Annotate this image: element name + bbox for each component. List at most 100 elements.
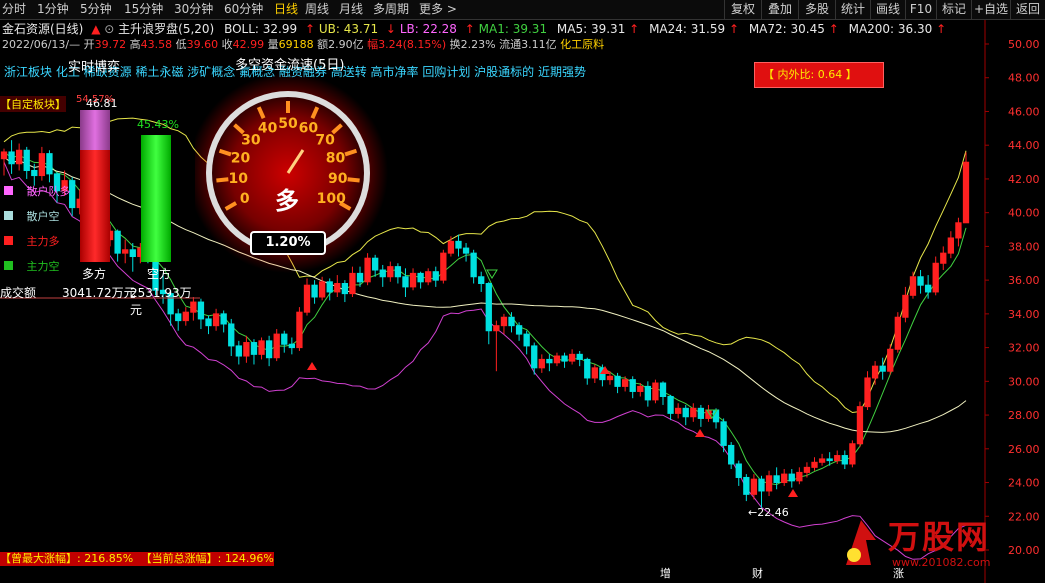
- overlay-button[interactable]: 叠加: [761, 0, 798, 19]
- settings-icon[interactable]: ⊙: [104, 22, 114, 36]
- statistics-button[interactable]: 统计: [835, 0, 870, 19]
- boll-value: BOLL: 32.99: [224, 22, 298, 36]
- adjust-button[interactable]: 复权: [724, 0, 761, 19]
- multi-stock-button[interactable]: 多股: [798, 0, 835, 19]
- low-label: 低: [175, 38, 187, 51]
- gauge-center-text: 多: [275, 187, 299, 215]
- gauge-tick-label: 50: [278, 116, 298, 132]
- price-tick-label: 34.00: [1008, 308, 1040, 321]
- watermark: 万股网 www.201082.com: [836, 510, 1004, 570]
- low-price-value: 22.46: [757, 506, 789, 519]
- add-favorite-button[interactable]: +自选: [971, 0, 1010, 19]
- candle: [220, 310, 227, 333]
- candle: [568, 349, 576, 365]
- tab-more[interactable]: 更多 >: [419, 0, 457, 19]
- arrow-down-icon: ↓: [385, 22, 396, 36]
- tab-15min[interactable]: 15分钟: [124, 0, 163, 19]
- change-value: 幅3.24(8.15%): [367, 38, 447, 51]
- gauge-percent: 1.20%: [250, 231, 326, 255]
- total-gain: 【当前总涨幅】: 124.96%: [140, 552, 274, 565]
- tab-5min[interactable]: 5分钟: [80, 0, 112, 19]
- candle: [455, 234, 462, 257]
- candle: [682, 404, 689, 426]
- indicator-name[interactable]: 主升浪罗盘(5,20): [118, 22, 214, 36]
- candle: [940, 246, 947, 271]
- candle: [311, 280, 318, 304]
- price-tick-label: 48.00: [1008, 72, 1040, 85]
- volume-amount-label: 成交额: [0, 286, 37, 300]
- close-value: 42.99: [232, 38, 265, 51]
- legend-swatch: [4, 186, 13, 195]
- quote-row: 2022/06/13/— 开39.72 高43.58 低39.60 收42.99…: [0, 36, 604, 51]
- arrow-up-icon: ↑: [304, 22, 316, 36]
- candle: [955, 217, 962, 247]
- buy-arrow-icon: [788, 489, 798, 497]
- candle: [470, 249, 477, 284]
- tab-30min[interactable]: 30分钟: [174, 0, 213, 19]
- candle: [478, 271, 485, 292]
- legend-text: 散户队多: [26, 185, 71, 198]
- candle: [235, 340, 242, 365]
- volume-label: 量: [267, 38, 279, 51]
- event-marker-add[interactable]: 增: [660, 565, 671, 581]
- draw-line-button[interactable]: 画线: [870, 0, 905, 19]
- candle: [902, 286, 909, 323]
- candle: [523, 330, 530, 355]
- gauge-tick: [347, 177, 360, 183]
- tab-60min[interactable]: 60分钟: [224, 0, 263, 19]
- candle: [690, 403, 697, 422]
- candle: [296, 307, 303, 351]
- candle: [212, 308, 220, 331]
- high-value: 43.58: [140, 38, 173, 51]
- mark-button[interactable]: 标记: [936, 0, 971, 19]
- tab-timeshare[interactable]: 分时: [2, 0, 26, 19]
- ub-value: UB: 43.71: [318, 22, 379, 36]
- candle: [493, 320, 500, 372]
- candle: [697, 404, 705, 427]
- open-value: 39.72: [94, 38, 127, 51]
- indicator-header: 金石资源(日线) ▲ ⊙ 主升浪罗盘(5,20) BOLL: 32.99 ↑ U…: [0, 20, 946, 36]
- gauge-tick-label: 10: [229, 171, 249, 187]
- tab-monthly[interactable]: 月线: [339, 0, 363, 19]
- candle: [735, 460, 742, 486]
- arrow-up-icon: ↑: [728, 22, 739, 36]
- stock-title: 金石资源(日线): [2, 22, 84, 36]
- candle: [561, 352, 568, 368]
- candle: [728, 442, 735, 470]
- long-bar-top: [80, 110, 110, 150]
- watermark-logo: [846, 520, 876, 565]
- price-tick-label: 32.00: [1008, 342, 1040, 355]
- candle: [243, 335, 250, 363]
- industry-value[interactable]: 化工原料: [560, 38, 604, 51]
- candle: [546, 354, 553, 372]
- gauge-tick-label: 90: [328, 171, 348, 187]
- price-tick-label: 38.00: [1008, 240, 1040, 253]
- price-tick-label: 42.00: [1008, 173, 1040, 186]
- ma5-value: MA5: 39.31: [556, 22, 626, 36]
- tab-daily[interactable]: 日线: [274, 0, 298, 19]
- amount-value: 额2.90亿: [317, 38, 364, 51]
- gauge-tick-label: 80: [326, 151, 346, 167]
- f10-button[interactable]: F10: [905, 0, 936, 19]
- back-button[interactable]: 返回: [1010, 0, 1045, 19]
- tab-multi-period[interactable]: 多周期: [373, 0, 409, 19]
- tab-1min[interactable]: 1分钟: [37, 0, 69, 19]
- price-tick-label: 20.00: [1008, 544, 1040, 557]
- short-bar: [141, 135, 171, 262]
- candle: [265, 335, 273, 367]
- candle: [584, 357, 591, 385]
- price-tick-label: 40.00: [1008, 207, 1040, 220]
- inner-outer-ratio-badge: 【 内外比: 0.64 】: [754, 62, 884, 88]
- short-label: 空方: [147, 267, 172, 281]
- arrow-up-icon: ↑: [629, 22, 640, 36]
- candle: [508, 312, 515, 333]
- candle: [818, 453, 826, 466]
- candle: [629, 376, 636, 399]
- ma1-value: MA1: 39.31: [478, 22, 548, 36]
- legend-text: 散户空: [26, 210, 60, 223]
- candle: [576, 350, 583, 367]
- event-marker-finance[interactable]: 财: [752, 565, 763, 581]
- candle: [281, 330, 288, 353]
- tab-weekly[interactable]: 周线: [305, 0, 329, 19]
- candle: [462, 243, 470, 262]
